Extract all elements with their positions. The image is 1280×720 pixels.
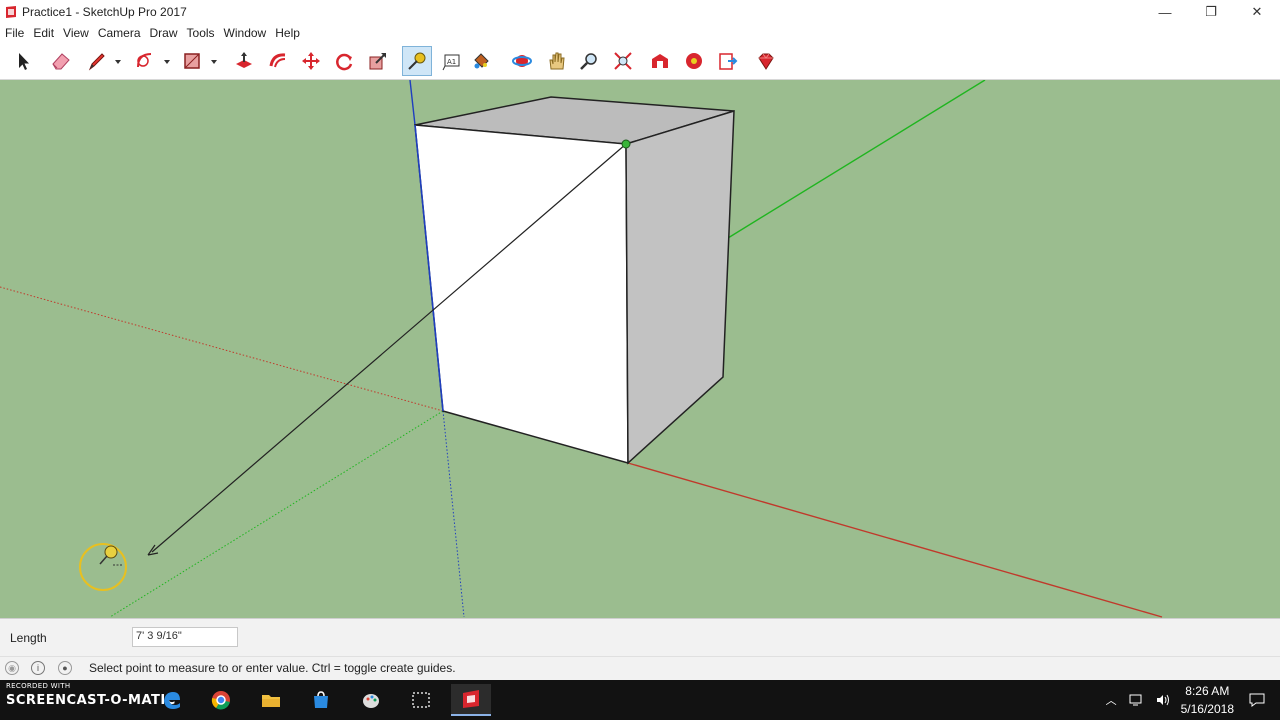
arc-dropdown-icon[interactable] <box>163 58 171 66</box>
menu-help[interactable]: Help <box>275 26 300 40</box>
green-axis-negative <box>109 410 444 618</box>
system-tray: ︿ 8:26 AM 5/16/2018 <box>1106 680 1280 720</box>
cursor-highlight-ring <box>79 543 127 591</box>
tape-measure-icon[interactable] <box>402 46 432 76</box>
paint-bucket-icon[interactable] <box>466 46 496 76</box>
store-icon[interactable] <box>301 684 341 716</box>
watermark-brand: SCREENCAST-O-MATIC <box>6 693 176 708</box>
menu-bar: File Edit View Camera Draw Tools Window … <box>0 24 1280 42</box>
clock-date: 5/16/2018 <box>1180 702 1234 716</box>
push-pull-icon[interactable] <box>229 46 259 76</box>
network-icon[interactable] <box>1129 693 1145 707</box>
send-to-layout-icon[interactable] <box>713 46 743 76</box>
select-arrow-icon[interactable] <box>8 46 38 76</box>
zoom-extents-icon[interactable] <box>608 46 638 76</box>
volume-icon[interactable] <box>1155 693 1171 707</box>
menu-draw[interactable]: Draw <box>150 26 178 40</box>
text-tool-glyph: A1 <box>447 58 456 66</box>
menu-tools[interactable]: Tools <box>187 26 215 40</box>
drawing-viewport[interactable] <box>0 80 1280 618</box>
close-button[interactable]: ✕ <box>1234 0 1280 24</box>
rectangle-shape-icon[interactable] <box>177 46 207 76</box>
edge-browser-icon[interactable] <box>152 684 192 716</box>
red-axis-negative <box>0 286 444 412</box>
orbit-icon[interactable] <box>507 46 537 76</box>
sketchup-icon[interactable] <box>451 684 491 716</box>
pencil-line-icon[interactable] <box>82 46 112 76</box>
model-scene[interactable] <box>0 80 1280 618</box>
scale-icon[interactable] <box>363 46 393 76</box>
red-axis <box>627 462 1163 618</box>
green-axis <box>727 80 986 239</box>
chrome-icon[interactable] <box>201 684 241 716</box>
action-center-icon[interactable] <box>1248 692 1266 708</box>
status-bar: ◉ i ● Select point to measure to or ente… <box>0 656 1280 680</box>
zoom-icon[interactable] <box>574 46 604 76</box>
tape-arrowhead-icon <box>147 544 159 556</box>
snipping-icon[interactable] <box>401 684 441 716</box>
blue-axis-negative <box>442 410 465 618</box>
credits-icon[interactable]: i <box>31 661 45 675</box>
file-explorer-icon[interactable] <box>251 684 291 716</box>
restore-button[interactable]: ❐ <box>1188 0 1234 24</box>
warehouse-icon[interactable] <box>645 46 675 76</box>
arc-icon[interactable] <box>130 46 160 76</box>
menu-file[interactable]: File <box>5 26 24 40</box>
windows-taskbar: RECORDED WITH SCREENCAST-O-MATIC ︿ 8:26 … <box>0 680 1280 720</box>
user-account-icon[interactable]: ● <box>58 661 72 675</box>
clock-time: 8:26 AM <box>1185 684 1230 698</box>
window-title: Practice1 - SketchUp Pro 2017 <box>22 5 187 19</box>
paint-icon[interactable] <box>351 684 391 716</box>
box-side-face[interactable] <box>625 109 735 465</box>
measurement-input[interactable]: 7' 3 9/16" <box>132 627 238 647</box>
blue-axis-top <box>409 80 416 126</box>
taskbar-clock[interactable]: 8:26 AM 5/16/2018 <box>1181 682 1234 718</box>
getting-started-toolbar: A1 <box>0 42 1280 80</box>
eraser-icon[interactable] <box>46 46 76 76</box>
measurements-box: Length 7' 3 9/16" <box>0 618 1280 656</box>
status-message: Select point to measure to or enter valu… <box>89 661 456 675</box>
measurement-label: Length <box>10 631 47 645</box>
menu-window[interactable]: Window <box>224 26 267 40</box>
shape-dropdown-icon[interactable] <box>210 58 218 66</box>
minimize-button[interactable]: — <box>1142 0 1188 24</box>
sketchup-logo-icon <box>6 6 16 18</box>
geo-location-icon[interactable]: ◉ <box>5 661 19 675</box>
menu-edit[interactable]: Edit <box>33 26 54 40</box>
tray-chevron-icon[interactable]: ︿ <box>1106 692 1117 708</box>
title-bar: Practice1 - SketchUp Pro 2017 — ❐ ✕ <box>0 0 1280 24</box>
endpoint-inference-icon <box>621 139 631 149</box>
box-front-face[interactable] <box>414 124 629 464</box>
extension-warehouse-icon[interactable] <box>679 46 709 76</box>
line-dropdown-icon[interactable] <box>114 58 122 66</box>
move-icon[interactable] <box>296 46 326 76</box>
screencast-watermark: RECORDED WITH SCREENCAST-O-MATIC <box>6 682 176 708</box>
text-icon[interactable]: A1 <box>437 46 467 76</box>
pan-hand-icon[interactable] <box>541 46 571 76</box>
ruby-icon[interactable] <box>751 46 781 76</box>
menu-camera[interactable]: Camera <box>98 26 141 40</box>
offset-icon[interactable] <box>263 46 293 76</box>
watermark-caption: RECORDED WITH <box>6 682 71 690</box>
menu-view[interactable]: View <box>63 26 89 40</box>
rotate-icon[interactable] <box>329 46 359 76</box>
